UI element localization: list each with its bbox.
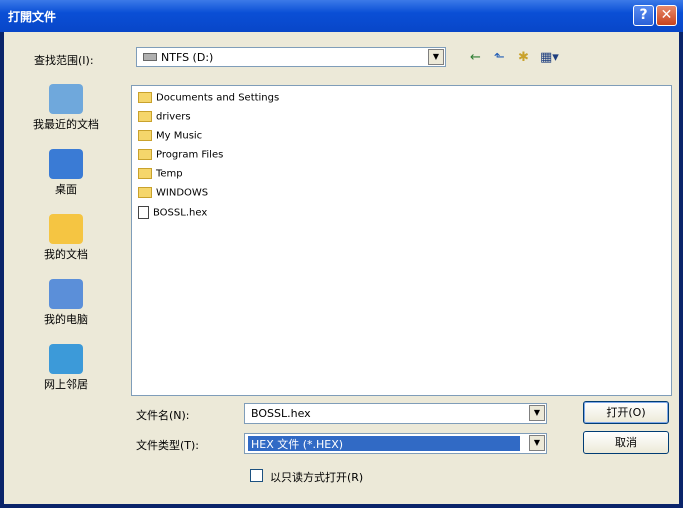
file-type-value: HEX 文件 (*.HEX)	[248, 436, 520, 451]
file-name: Program Files	[156, 149, 224, 161]
dialog-body: 查找范围(I): NTFS (D:) ▼ ← ⬑ ✱ ▦▾ 我最近的文档 桌面我的…	[4, 32, 679, 504]
folder-icon	[138, 92, 152, 103]
place-desktop[interactable]: 桌面	[10, 149, 122, 197]
list-item[interactable]: BOSSL.hex	[138, 206, 207, 222]
network-places-icon	[49, 344, 83, 374]
places-bar: 我最近的文档 桌面我的文档我的电脑网上邻居	[10, 80, 122, 460]
title-bar[interactable]: 打開文件 ? ✕	[0, 0, 683, 32]
list-item[interactable]: Program Files	[138, 149, 223, 165]
help-button[interactable]: ?	[633, 5, 654, 26]
recent-documents-icon	[49, 84, 83, 114]
new-folder-icon[interactable]: ✱	[518, 50, 529, 65]
file-name-value: BOSSL.hex	[251, 407, 311, 420]
folder-icon	[138, 168, 152, 179]
desktop-icon	[49, 149, 83, 179]
look-in-dropdown[interactable]: NTFS (D:) ▼	[136, 47, 446, 67]
up-folder-icon[interactable]: ⬑	[494, 50, 505, 65]
list-item[interactable]: WINDOWS	[138, 187, 208, 203]
file-name: drivers	[156, 111, 191, 123]
file-name: My Music	[156, 130, 203, 142]
close-button[interactable]: ✕	[656, 5, 677, 26]
open-file-dialog: 打開文件 ? ✕ 查找范围(I): NTFS (D:) ▼ ← ⬑ ✱ ▦▾ 我…	[0, 0, 683, 508]
place-label: 我的电脑	[44, 313, 88, 326]
file-name: Documents and Settings	[156, 92, 280, 104]
read-only-label[interactable]: 以只读方式打开(R)	[270, 469, 363, 485]
file-type-label: 文件类型(T):	[136, 439, 200, 452]
file-name: BOSSL.hex	[153, 207, 208, 219]
place-network-places[interactable]: 网上邻居	[10, 344, 122, 392]
place-label: 我的文档	[44, 248, 88, 261]
folder-icon	[138, 187, 152, 198]
chevron-down-icon[interactable]: ▼	[529, 435, 545, 451]
read-only-checkbox[interactable]	[250, 469, 263, 482]
file-icon	[138, 206, 149, 219]
chevron-down-icon[interactable]: ▼	[529, 405, 545, 421]
drive-icon	[143, 53, 157, 61]
place-recent-documents[interactable]: 我最近的文档	[10, 84, 122, 132]
my-computer-icon	[49, 279, 83, 309]
list-item[interactable]: My Music	[138, 130, 202, 146]
place-label: 我最近的文档	[33, 118, 99, 131]
back-icon[interactable]: ←	[470, 50, 481, 65]
look-in-value: NTFS (D:)	[161, 51, 214, 64]
list-item[interactable]: drivers	[138, 111, 191, 127]
window-title: 打開文件	[8, 10, 57, 24]
file-name-label: 文件名(N):	[136, 409, 190, 422]
file-list[interactable]: Documents and Settings drivers My Music Pro…	[131, 85, 672, 396]
folder-icon	[138, 111, 152, 122]
folder-icon	[138, 130, 152, 141]
folder-icon	[138, 149, 152, 160]
open-button[interactable]: 打开(O)	[583, 401, 669, 424]
place-my-computer[interactable]: 我的电脑	[10, 279, 122, 327]
file-name: Temp	[156, 168, 183, 180]
list-item[interactable]: Temp	[138, 168, 183, 184]
look-in-label: 查找范围(I):	[34, 54, 94, 67]
file-type-dropdown[interactable]: HEX 文件 (*.HEX) ▼	[244, 433, 547, 454]
place-label: 桌面	[55, 183, 77, 196]
place-label: 网上邻居	[44, 378, 88, 391]
chevron-down-icon[interactable]: ▼	[428, 49, 444, 65]
cancel-button[interactable]: 取消	[583, 431, 669, 454]
file-name-input[interactable]: BOSSL.hex ▼	[244, 403, 547, 424]
list-item[interactable]: Documents and Settings	[138, 92, 279, 108]
views-menu-icon[interactable]: ▦▾	[540, 50, 559, 65]
my-documents-icon	[49, 214, 83, 244]
file-name: WINDOWS	[156, 187, 209, 199]
place-my-documents[interactable]: 我的文档	[10, 214, 122, 262]
